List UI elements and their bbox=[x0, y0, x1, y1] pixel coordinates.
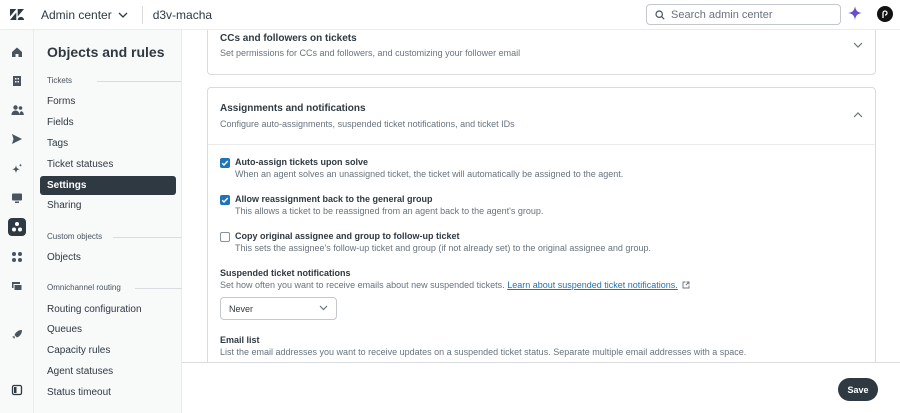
ccs-followers-card[interactable]: CCs and followers on tickets Set permiss… bbox=[207, 30, 876, 75]
divider bbox=[141, 5, 143, 24]
nav-item-queues[interactable]: Queues bbox=[40, 320, 176, 339]
monitor-icon[interactable] bbox=[8, 189, 26, 207]
footer-bar: Save bbox=[182, 362, 900, 413]
email-list-label: Email list bbox=[220, 335, 260, 345]
search-input[interactable]: Search admin center bbox=[646, 4, 841, 25]
nav-title: Objects and rules bbox=[47, 44, 165, 60]
nav-item-capacity-rules[interactable]: Capacity rules bbox=[40, 341, 176, 360]
ai-sparkle-icon[interactable] bbox=[848, 6, 862, 25]
assignments-notifications-card: Assignments and notifications Configure … bbox=[207, 87, 876, 362]
external-link-icon bbox=[682, 281, 690, 289]
sparkles-icon[interactable] bbox=[8, 160, 26, 178]
chevron-up-icon[interactable] bbox=[853, 112, 863, 118]
copy-assignee-label: Copy original assignee and group to foll… bbox=[235, 231, 460, 241]
allow-reassignment-description: This allows a ticket to be reassigned fr… bbox=[235, 206, 544, 216]
divider bbox=[208, 144, 875, 145]
nav-item-ticket-statuses[interactable]: Ticket statuses bbox=[40, 155, 176, 174]
nav-item-tags[interactable]: Tags bbox=[40, 134, 176, 153]
nav-section-omnichannel-routing: Omnichannel routing bbox=[47, 283, 183, 292]
avatar[interactable] bbox=[877, 6, 893, 22]
email-list-description: List the email addresses you want to rec… bbox=[220, 347, 747, 357]
nav-item-agent-statuses[interactable]: Agent statuses bbox=[40, 362, 176, 381]
collapse-panel-icon[interactable] bbox=[8, 381, 26, 399]
auto-assign-checkbox[interactable] bbox=[220, 158, 230, 168]
user-avatar-icon bbox=[882, 10, 888, 18]
product-rail bbox=[0, 30, 34, 413]
apps-grid-icon[interactable] bbox=[8, 248, 26, 266]
search-icon bbox=[655, 9, 665, 20]
nav-item-status-timeout[interactable]: Status timeout bbox=[40, 383, 176, 402]
allow-reassignment-label: Allow reassignment back to the general g… bbox=[235, 194, 433, 204]
assignments-card-title: Assignments and notifications bbox=[220, 103, 366, 114]
account-name: d3v-macha bbox=[152, 7, 213, 22]
suspended-learn-more-link[interactable]: Learn about suspended ticket notificatio… bbox=[507, 280, 678, 290]
home-icon[interactable] bbox=[8, 43, 26, 61]
send-icon[interactable] bbox=[8, 130, 26, 148]
suspended-notifications-description: Set how often you want to receive emails… bbox=[220, 280, 690, 290]
nav-item-forms[interactable]: Forms bbox=[40, 92, 176, 111]
search-placeholder: Search admin center bbox=[671, 8, 773, 21]
nav-item-sharing[interactable]: Sharing bbox=[40, 196, 176, 215]
main-content: CCs and followers on tickets Set permiss… bbox=[182, 30, 900, 362]
suspended-description-text: Set how often you want to receive emails… bbox=[220, 280, 505, 290]
nav-item-settings[interactable]: Settings bbox=[40, 176, 176, 195]
workspace-icon[interactable] bbox=[8, 277, 26, 295]
top-bar: Admin center d3v-macha Search admin cent… bbox=[0, 0, 900, 30]
side-nav: Objects and rules Tickets Forms Fields T… bbox=[34, 30, 183, 413]
chevron-down-icon bbox=[118, 12, 128, 18]
assignments-card-description: Configure auto-assignments, suspended ti… bbox=[220, 119, 515, 129]
product-switcher[interactable]: Admin center bbox=[41, 8, 128, 22]
ccs-card-title: CCs and followers on tickets bbox=[220, 33, 357, 44]
auto-assign-label: Auto-assign tickets upon solve bbox=[235, 157, 369, 167]
allow-reassignment-checkbox[interactable] bbox=[220, 195, 230, 205]
auto-assign-description: When an agent solves an unassigned ticke… bbox=[235, 169, 624, 179]
chevron-down-icon bbox=[319, 305, 328, 311]
save-button[interactable]: Save bbox=[838, 378, 878, 401]
chevron-down-icon[interactable] bbox=[853, 42, 863, 48]
nav-item-fields[interactable]: Fields bbox=[40, 113, 176, 132]
copy-assignee-checkbox[interactable] bbox=[220, 232, 230, 242]
checkmark-icon bbox=[221, 160, 229, 167]
product-name: Admin center bbox=[41, 7, 112, 22]
copy-assignee-description: This sets the assignee's follow-up ticke… bbox=[235, 243, 651, 253]
nav-item-objects[interactable]: Objects bbox=[40, 248, 176, 267]
people-icon[interactable] bbox=[8, 101, 26, 119]
nav-section-custom-objects: Custom objects bbox=[47, 232, 182, 241]
ccs-card-description: Set permissions for CCs and followers, a… bbox=[220, 48, 521, 58]
objects-rules-icon[interactable] bbox=[8, 218, 26, 236]
suspended-frequency-select[interactable]: Never bbox=[220, 297, 337, 320]
nav-section-tickets: Tickets bbox=[47, 76, 182, 85]
suspended-frequency-value: Never bbox=[229, 303, 254, 314]
suspended-notifications-label: Suspended ticket notifications bbox=[220, 268, 351, 278]
zendesk-logo-icon[interactable] bbox=[0, 0, 34, 30]
rocket-icon[interactable] bbox=[8, 326, 26, 344]
checkmark-icon bbox=[221, 197, 229, 204]
nav-item-routing-configuration[interactable]: Routing configuration bbox=[40, 300, 176, 319]
building-icon[interactable] bbox=[8, 72, 26, 90]
